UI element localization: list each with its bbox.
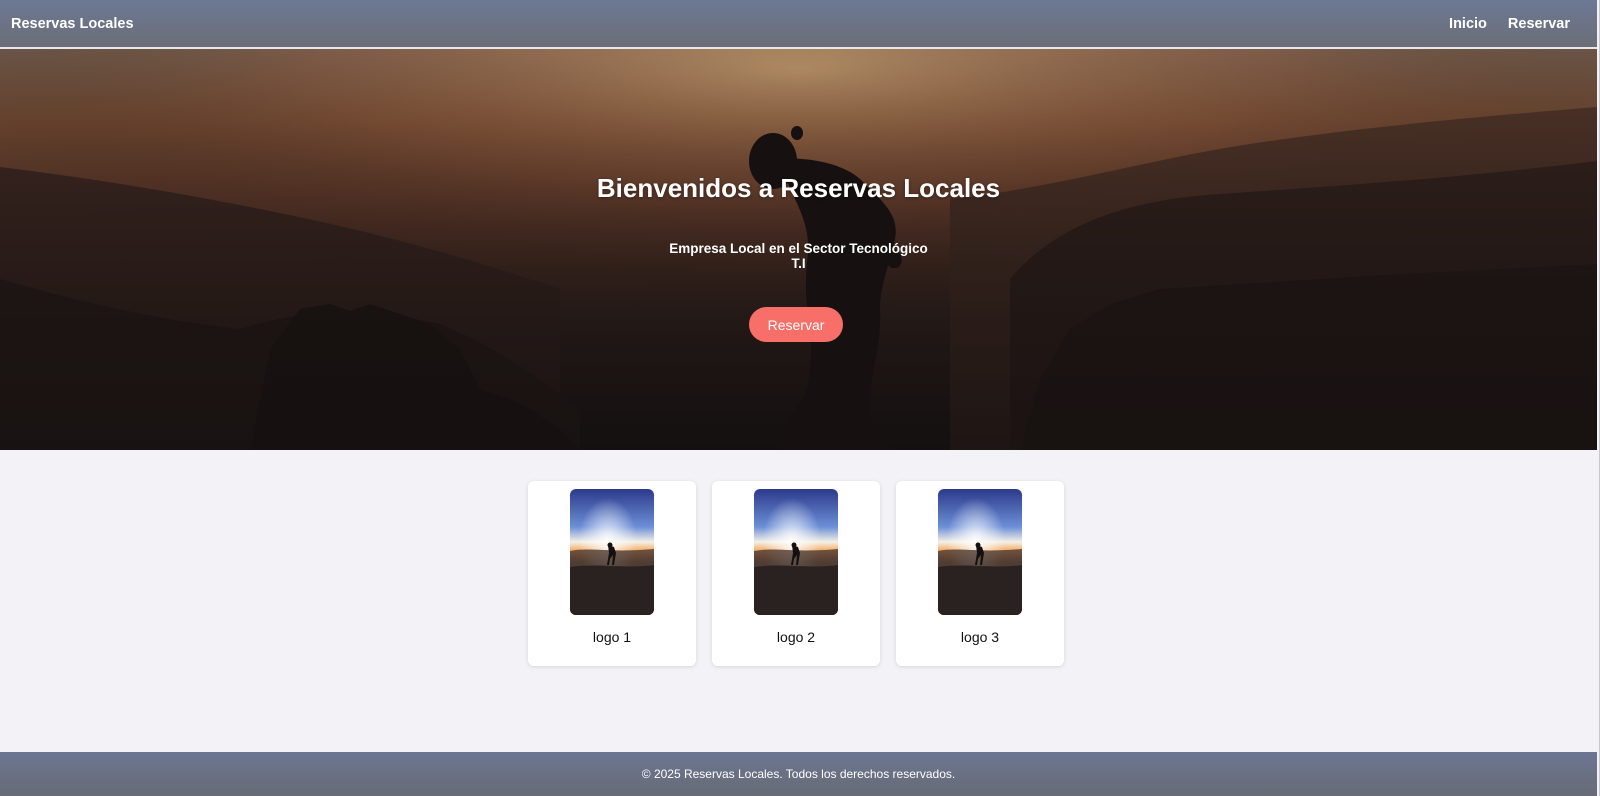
brand-link[interactable]: Reservas Locales	[11, 16, 134, 32]
nav-link-reservar[interactable]: Reservar	[1508, 16, 1570, 32]
hero-section: Bienvenidos a Reservas Locales Empresa L…	[0, 49, 1597, 450]
footer: © 2025 Reservas Locales. Todos los derec…	[0, 752, 1597, 796]
logo-cards: logo 1 logo 2 logo 3	[528, 481, 1064, 666]
logo-card-label-1: logo 1	[592, 629, 632, 645]
logo-image-3	[938, 489, 1022, 615]
top-nav-bar: Reservas Locales Inicio Reservar	[0, 0, 1597, 49]
logo-image-1	[570, 489, 654, 615]
hero-content: Bienvenidos a Reservas Locales Empresa L…	[0, 49, 1597, 450]
nav-link-inicio[interactable]: Inicio	[1449, 16, 1487, 32]
hero-subtitle: Empresa Local en el Sector Tecnológico T…	[0, 241, 1597, 271]
logo-card-2[interactable]: logo 2	[712, 481, 880, 666]
logo-card-1[interactable]: logo 1	[528, 481, 696, 666]
hero-title: Bienvenidos a Reservas Locales	[596, 173, 1001, 203]
logo-image-2	[754, 489, 838, 615]
hero-subtitle-line-2: T.I	[791, 256, 806, 271]
reservar-button[interactable]: Reservar	[749, 307, 843, 342]
logo-card-3[interactable]: logo 3	[896, 481, 1064, 666]
logo-card-label-2: logo 2	[776, 629, 816, 645]
main-nav: Inicio Reservar	[1449, 16, 1570, 32]
copyright-text: © 2025 Reservas Locales. Todos los derec…	[641, 767, 956, 781]
hero-subtitle-line-1: Empresa Local en el Sector Tecnológico	[669, 241, 928, 256]
page: Reservas Locales Inicio Reservar Bienven…	[0, 0, 1600, 796]
logo-card-label-3: logo 3	[960, 629, 1000, 645]
